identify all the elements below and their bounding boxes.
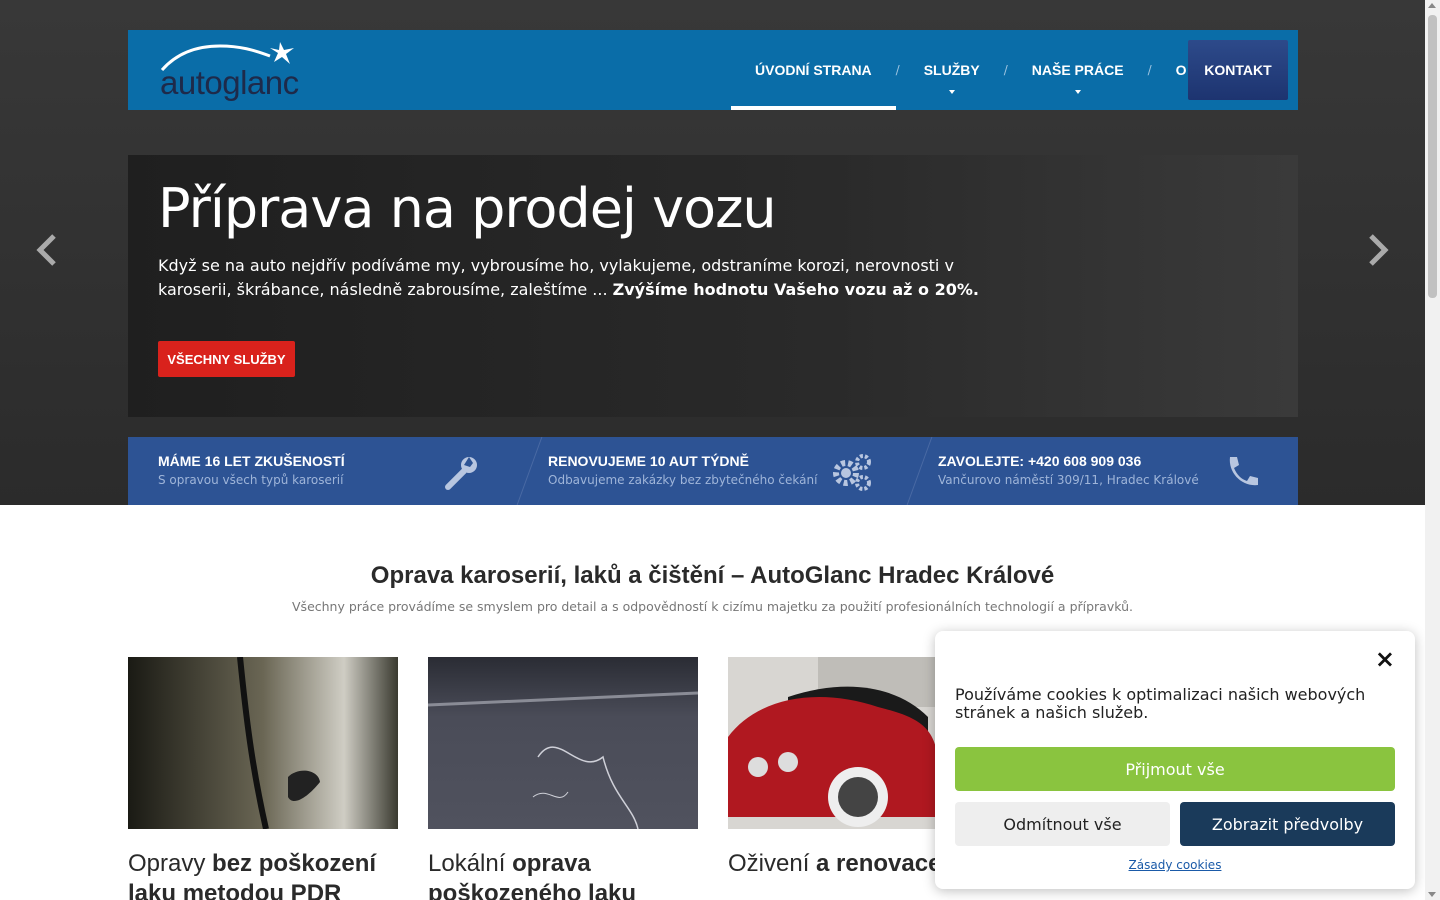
caret-down-icon: [948, 90, 955, 94]
cookie-policy-link[interactable]: Zásady cookies: [935, 858, 1415, 872]
nav-label: SLUŽBY: [923, 62, 980, 78]
card-title: Opravy bez poškození laku metodou PDR: [128, 849, 398, 900]
card-image-dent-repair: [128, 656, 398, 830]
show-preferences-button[interactable]: Zobrazit předvolby: [1180, 802, 1395, 846]
main-nav: ÚVODNÍ STRANA / SLUŽBY / NAŠE PRÁCE / O …: [731, 30, 1244, 110]
hero-title: Příprava na prodej vozu: [158, 177, 777, 240]
accept-all-button[interactable]: Přijmout vše: [955, 747, 1395, 791]
hero-text: Když se na auto nejdřív podíváme my, vyb…: [158, 254, 998, 302]
nav-item-our-work[interactable]: NAŠE PRÁCE: [1008, 30, 1148, 110]
page-scrollbar[interactable]: [1425, 0, 1440, 900]
phone-icon: [1229, 457, 1258, 486]
hero-text-bold: Zvýšíme hodnotu Vašeho vozu až o 20%.: [612, 280, 979, 299]
service-card[interactable]: Opravy bez poškození laku metodou PDR: [128, 656, 398, 900]
card-title: Lokální oprava poškozeného laku: [428, 849, 698, 900]
hero-slide: Příprava na prodej vozu Když se na auto …: [128, 155, 1298, 417]
feature-phone: ZAVOLEJTE: +420 608 909 036 Vančurovo ná…: [908, 437, 1298, 505]
nav-label: NAŠE PRÁCE: [1031, 62, 1124, 78]
wrench-icon: [445, 457, 477, 490]
features-bar: MÁME 16 LET ZKUŠENOSTÍ S opravou všech t…: [128, 437, 1298, 505]
slider-prev-icon[interactable]: [34, 232, 60, 268]
scrollbar-thumb[interactable]: [1428, 15, 1437, 298]
service-card[interactable]: Lokální oprava poškozeného laku: [427, 657, 699, 900]
cookie-text: Používáme cookies k optimalizaci našich …: [955, 685, 1366, 722]
close-icon[interactable]: ×: [1375, 645, 1395, 673]
nav-item-services[interactable]: SLUŽBY: [900, 30, 1004, 110]
site-header: autoglanc ÚVODNÍ STRANA / SLUŽBY / NAŠE …: [128, 30, 1298, 110]
slider-next-icon[interactable]: [1365, 232, 1391, 268]
section-title: Oprava karoserií, laků a čištění – AutoG…: [370, 562, 1055, 589]
deny-all-button[interactable]: Odmítnout vše: [955, 802, 1170, 846]
card-image-paint-repair: [427, 657, 699, 830]
card-title-pre: Lokální: [428, 850, 513, 877]
feature-capacity: RENOVUJEME 10 AUT TÝDNĚ Odbavujeme zakáz…: [518, 437, 933, 505]
site-logo[interactable]: autoglanc: [158, 36, 308, 104]
gears-icon: [833, 454, 871, 491]
card-title-pre: Opravy: [128, 850, 213, 877]
card-title-pre: Oživení: [728, 850, 817, 877]
caret-down-icon: [1074, 90, 1081, 94]
logo-text: autoglanc: [160, 64, 299, 101]
contact-button[interactable]: KONTAKT: [1188, 40, 1288, 100]
scroll-down-icon[interactable]: [1428, 892, 1436, 897]
feature-experience: MÁME 16 LET ZKUŠENOSTÍ S opravou všech t…: [128, 437, 543, 505]
scroll-up-icon[interactable]: [1428, 3, 1436, 8]
nav-item-home[interactable]: ÚVODNÍ STRANA: [731, 30, 896, 110]
all-services-button[interactable]: VŠECHNY SLUŽBY: [158, 341, 295, 377]
nav-label: ÚVODNÍ STRANA: [755, 62, 872, 78]
cookie-banner: × Používáme cookies k optimalizaci našic…: [935, 631, 1415, 889]
section-subtitle: Všechny práce provádíme se smyslem pro d…: [292, 599, 1133, 614]
